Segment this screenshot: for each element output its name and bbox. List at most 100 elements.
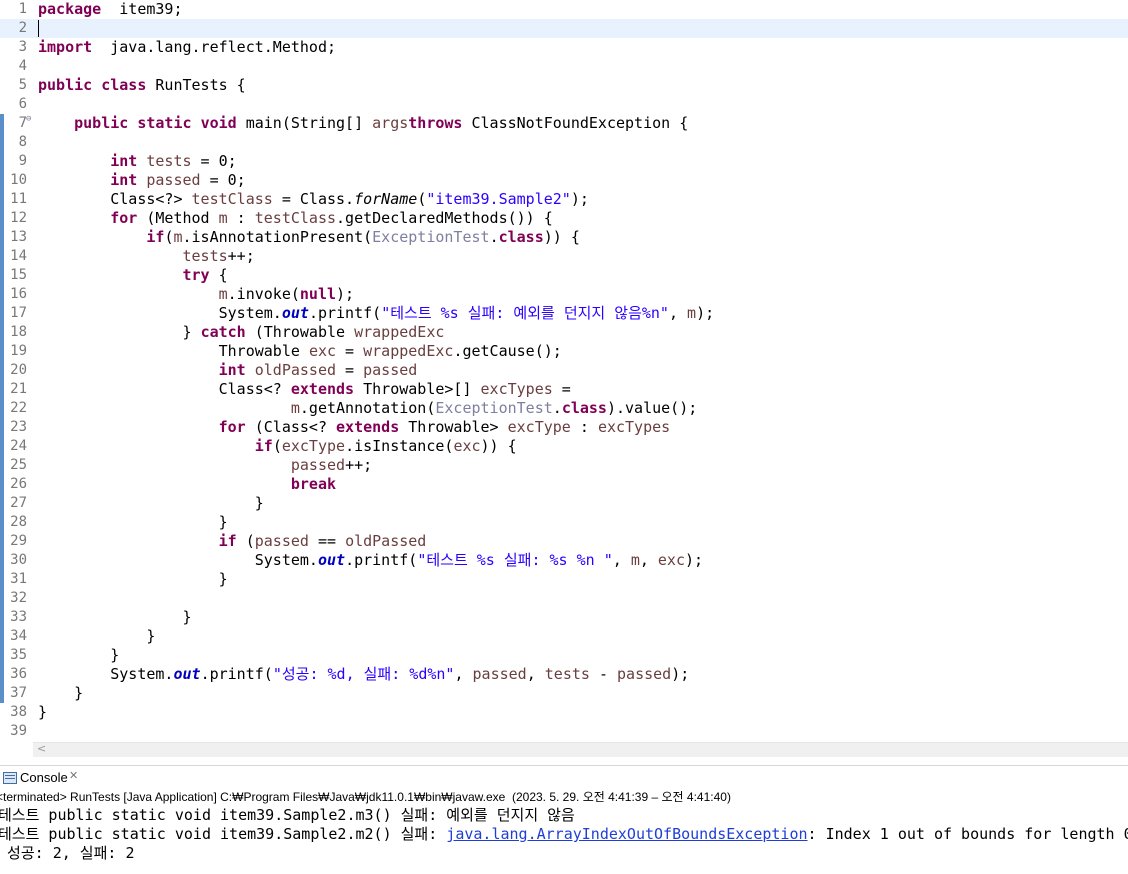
code-token: m xyxy=(173,228,183,246)
line-number: 34 xyxy=(10,628,27,644)
code-line[interactable]: 34 } xyxy=(0,627,1128,646)
code-line[interactable]: 9 int tests = 0; xyxy=(0,152,1128,171)
code-line[interactable]: 26 break xyxy=(0,475,1128,494)
code-line[interactable]: 18 } catch (Throwable wrappedExc xyxy=(0,323,1128,342)
code-line[interactable]: 33 } xyxy=(0,608,1128,627)
code-token: catch xyxy=(200,323,246,341)
code-line[interactable]: 14 tests++; xyxy=(0,247,1128,266)
code-line[interactable]: 2 xyxy=(0,19,1128,38)
code-line[interactable]: 30 System.out.printf("테스트 %s 실패: %s %n "… xyxy=(0,551,1128,570)
code-line[interactable]: 7 ⊖ public static void main(String[] args… xyxy=(0,114,1128,133)
code-token: tests xyxy=(544,665,590,683)
code-line[interactable]: 28 } xyxy=(0,513,1128,532)
code-line[interactable]: 35 } xyxy=(0,646,1128,665)
code-line[interactable]: 22 m.getAnnotation(ExceptionTest.class).… xyxy=(0,399,1128,418)
close-icon[interactable]: ✕ xyxy=(69,769,78,782)
code-text: } xyxy=(38,494,264,513)
code-line[interactable]: 32 xyxy=(0,589,1128,608)
code-line[interactable]: 6 xyxy=(0,95,1128,114)
text-caret xyxy=(38,20,39,37)
code-line[interactable]: 1 package item39; xyxy=(0,0,1128,19)
code-token: passed xyxy=(472,665,527,683)
code-token: .printf( xyxy=(308,304,382,322)
code-token: class xyxy=(498,228,544,246)
code-line[interactable]: 38} xyxy=(0,703,1128,722)
line-number: 8 xyxy=(18,134,27,150)
code-line[interactable]: 13 if(m.isAnnotationPresent(ExceptionTes… xyxy=(0,228,1128,247)
code-token: .invoke( xyxy=(227,285,300,303)
code-token: Class<?> xyxy=(38,190,192,208)
line-number: 38 xyxy=(10,704,27,720)
code-text: break xyxy=(38,475,336,494)
line-number: 14 xyxy=(10,248,27,264)
code-line[interactable]: 21 Class<? extends Throwable>[] excTypes… xyxy=(0,380,1128,399)
code-token: static xyxy=(137,114,192,132)
console-output-line: 성공: 2, 실패: 2 xyxy=(0,844,135,862)
code-token: passed xyxy=(617,665,672,683)
code-line[interactable]: 20 int oldPassed = passed xyxy=(0,361,1128,380)
code-line[interactable]: 4 xyxy=(0,57,1128,76)
code-line[interactable]: 8 xyxy=(0,133,1128,152)
code-line[interactable]: 10 int passed = 0; xyxy=(0,171,1128,190)
code-text: m.invoke(null); xyxy=(38,285,354,304)
line-number: 25 xyxy=(10,457,27,473)
horizontal-scrollbar[interactable]: < xyxy=(33,742,1128,757)
code-line[interactable]: 12 for (Method m : testClass.getDeclared… xyxy=(0,209,1128,228)
code-line[interactable]: 31 } xyxy=(0,570,1128,589)
code-line[interactable]: 3 import java.lang.reflect.Method; xyxy=(0,38,1128,57)
code-token: passed xyxy=(146,171,201,189)
console-icon xyxy=(3,772,17,784)
code-editor[interactable]: 1 package item39; 2 3 import java.lang.refle… xyxy=(0,0,1128,742)
line-number: 6 xyxy=(18,96,27,112)
code-line[interactable]: 23 for (Class<? extends Throwable> excTy… xyxy=(0,418,1128,437)
line-number: 19 xyxy=(10,343,27,359)
line-number: 4 xyxy=(18,58,27,74)
code-text: tests++; xyxy=(38,247,255,266)
code-token: ); xyxy=(685,551,704,569)
code-line[interactable]: 25 passed++; xyxy=(0,456,1128,475)
console-output-prefix: 테스트 public static void item39.Sample2.m2… xyxy=(0,825,447,843)
code-line[interactable]: 5 public class RunTests { xyxy=(0,76,1128,95)
code-line[interactable]: 17 System.out.printf("테스트 %s 실패: 예외를 던지지… xyxy=(0,304,1128,323)
code-text: try { xyxy=(38,266,228,285)
code-token: out xyxy=(317,551,346,569)
code-text: for (Class<? extends Throwable> excType … xyxy=(38,418,671,437)
code-token: public xyxy=(74,114,129,132)
code-line[interactable]: 24 if(excType.isInstance(exc)) { xyxy=(0,437,1128,456)
chevron-left-icon[interactable]: < xyxy=(37,742,46,755)
code-token: ); xyxy=(696,304,715,322)
console-output-line: 테스트 public static void item39.Sample2.m2… xyxy=(0,825,1128,844)
tab-console[interactable]: Console xyxy=(20,770,68,785)
code-line[interactable]: 39 xyxy=(0,722,1128,741)
code-line[interactable]: 16 m.invoke(null); xyxy=(0,285,1128,304)
collapse-minus-icon[interactable]: ⊖ xyxy=(26,115,35,124)
code-line[interactable]: 36 System.out.printf("성공: %d, 실패: %d%n",… xyxy=(0,665,1128,684)
line-number: 12 xyxy=(10,210,27,226)
code-token: passed xyxy=(290,456,346,474)
code-token: m xyxy=(218,285,228,303)
code-line[interactable]: 27 } xyxy=(0,494,1128,513)
code-line[interactable]: 37 } xyxy=(0,684,1128,703)
line-number: 18 xyxy=(10,324,27,340)
console-output[interactable]: 테스트 public static void item39.Sample2.m3… xyxy=(0,806,1128,874)
editor-gutter-corner xyxy=(0,742,33,757)
line-number: 33 xyxy=(10,609,27,625)
code-token: System. xyxy=(38,665,174,683)
code-token: int xyxy=(218,361,246,379)
code-line[interactable]: 19 Throwable exc = wrappedExc.getCause()… xyxy=(0,342,1128,361)
exception-link[interactable]: java.lang.ArrayIndexOutOfBoundsException xyxy=(446,825,807,843)
code-line[interactable]: 15 try { xyxy=(0,266,1128,285)
code-token: wrappedExc xyxy=(363,342,454,360)
line-number: 2 xyxy=(18,20,27,36)
code-text: if (passed == oldPassed xyxy=(38,532,427,551)
code-token: oldPassed xyxy=(345,532,427,550)
line-number: 10 xyxy=(10,172,27,188)
code-line[interactable]: 11 Class<?> testClass = Class.forName("i… xyxy=(0,190,1128,209)
code-line[interactable]: 29 if (passed == oldPassed xyxy=(0,532,1128,551)
